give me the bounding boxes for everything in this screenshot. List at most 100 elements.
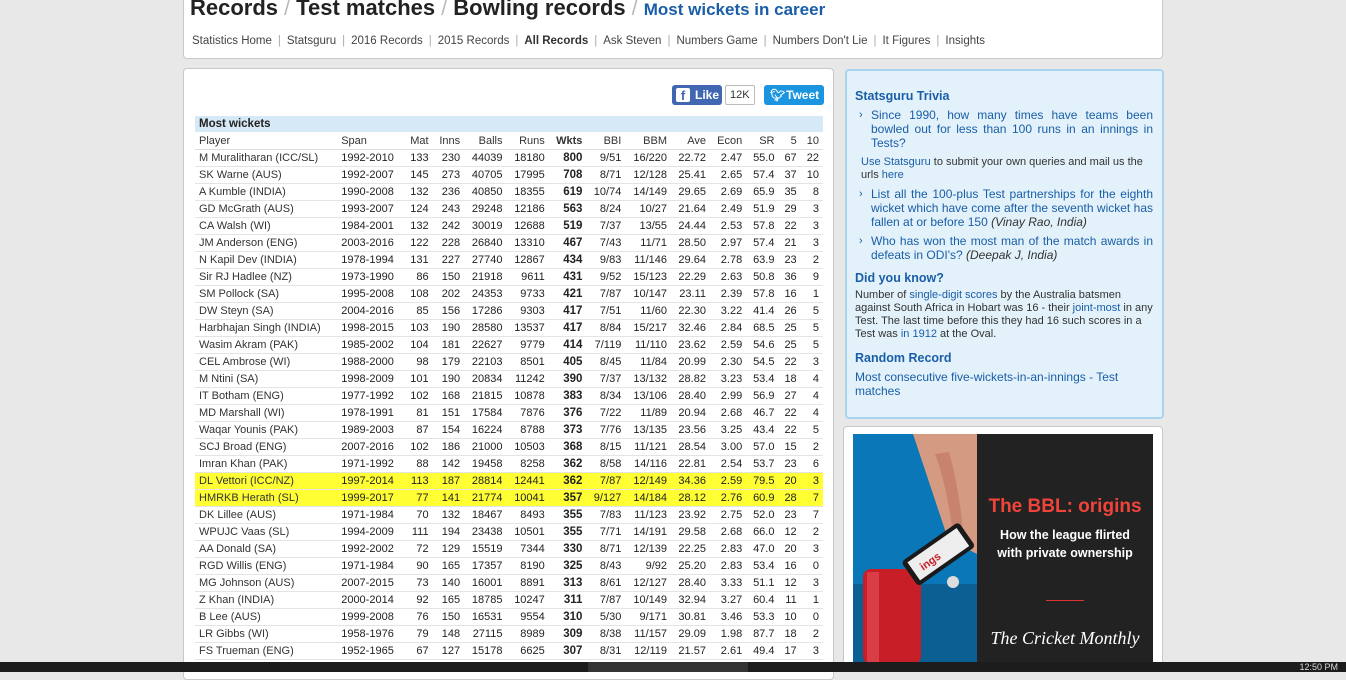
player-name-link[interactable]: LR Gibbs (WI) xyxy=(195,625,338,643)
table-cell: 1971-1984 xyxy=(337,506,404,524)
facebook-like-button[interactable]: f Like xyxy=(672,85,722,105)
table-row: IT Botham (ENG) 1977-1992 102 168 21815 10878… xyxy=(195,387,823,405)
table-cell: 141 xyxy=(432,489,465,507)
table-cell: 165 xyxy=(432,591,465,609)
in-1912-link[interactable]: in 1912 xyxy=(901,328,937,340)
trivia-item-2[interactable]: › List all the 100-plus Test partnership… xyxy=(855,187,1153,229)
breadcrumb-item[interactable]: Test matches xyxy=(296,0,435,20)
player-name-link[interactable]: IT Botham (ENG) xyxy=(195,387,338,405)
column-header[interactable]: Runs xyxy=(506,132,549,150)
nav-link[interactable]: 2016 Records xyxy=(351,35,423,47)
player-name-link[interactable]: SM Pollock (SA) xyxy=(195,285,338,303)
player-name-link[interactable]: HMRKB Herath (SL) xyxy=(195,489,338,507)
player-name-link[interactable]: DW Steyn (SA) xyxy=(195,302,338,320)
trivia-heading[interactable]: Statsguru Trivia xyxy=(855,89,1153,103)
trivia-item-1[interactable]: › Since 1990, how many times have teams … xyxy=(855,108,1153,150)
column-header[interactable]: Mat xyxy=(403,132,433,150)
column-header[interactable]: Wkts xyxy=(548,132,587,150)
player-name-link[interactable]: Waqar Younis (PAK) xyxy=(195,421,338,439)
table-cell: 20 xyxy=(778,540,801,558)
player-name-link[interactable]: AA Donald (SA) xyxy=(195,540,338,558)
breadcrumb-item[interactable]: Bowling records xyxy=(453,0,625,20)
column-header[interactable]: 5 xyxy=(778,132,801,150)
column-header[interactable]: SR xyxy=(746,132,779,150)
player-name-link[interactable]: SK Warne (AUS) xyxy=(195,166,338,184)
player-name-link[interactable]: DK Lillee (AUS) xyxy=(195,506,338,524)
table-cell: 5 xyxy=(800,336,823,354)
table-cell: 14/191 xyxy=(625,523,671,541)
column-header[interactable]: Span xyxy=(337,132,404,150)
trivia-item-3[interactable]: › Who has won the most man of the match … xyxy=(855,234,1153,262)
player-name-link[interactable]: DL Vettori (ICC/NZ) xyxy=(195,472,338,490)
table-cell: 800 xyxy=(548,149,587,167)
did-you-know-heading[interactable]: Did you know? xyxy=(855,271,1153,285)
table-cell: 619 xyxy=(548,183,587,201)
column-header[interactable]: Inns xyxy=(432,132,465,150)
breadcrumb-item[interactable]: Records xyxy=(190,0,278,20)
player-name-link[interactable]: GD McGrath (AUS) xyxy=(195,200,338,218)
table-cell: 7/71 xyxy=(586,523,626,541)
player-name-link[interactable]: Sir RJ Hadlee (NZ) xyxy=(195,268,338,286)
nav-link[interactable]: 2015 Records xyxy=(438,35,510,47)
table-row: Wasim Akram (PAK) 1985-2002 104 181 22627 977… xyxy=(195,336,823,354)
column-header[interactable]: Econ xyxy=(709,132,747,150)
table-cell: 13/132 xyxy=(625,370,671,388)
nav-link[interactable]: Numbers Don't Lie xyxy=(773,35,868,47)
cricket-monthly-ad[interactable]: ings The BBL: origins How the league fli… xyxy=(843,426,1163,668)
random-record-link[interactable]: Most consecutive five-wickets-in-an-inni… xyxy=(855,370,1153,398)
table-cell: 3.25 xyxy=(709,421,747,439)
table-cell: 5 xyxy=(800,319,823,337)
player-name-link[interactable]: Z Khan (INDIA) xyxy=(195,591,338,609)
trivia-item-1-text[interactable]: Since 1990, how many times have teams be… xyxy=(871,108,1153,150)
player-name-link[interactable]: RGD Willis (ENG) xyxy=(195,557,338,575)
player-name-link[interactable]: B Lee (AUS) xyxy=(195,608,338,626)
column-header[interactable]: Ave xyxy=(671,132,710,150)
player-name-link[interactable]: MD Marshall (WI) xyxy=(195,404,338,422)
nav-link[interactable]: Ask Steven xyxy=(603,35,661,47)
player-name-link[interactable]: CA Walsh (WI) xyxy=(195,217,338,235)
table-cell: 2003-2016 xyxy=(337,234,404,252)
table-cell: 7/22 xyxy=(586,404,626,422)
table-cell: 11/121 xyxy=(625,438,671,456)
main-panel: f Like 12K 🐦︎ Tweet Most wickets Player S… xyxy=(183,68,834,680)
player-name-link[interactable]: CEL Ambrose (WI) xyxy=(195,353,338,371)
single-digit-scores-link[interactable]: single-digit scores xyxy=(909,289,997,301)
use-statsguru-link[interactable]: Use Statsguru xyxy=(861,156,931,168)
player-name-link[interactable]: SCJ Broad (ENG) xyxy=(195,438,338,456)
player-name-link[interactable]: MG Johnson (AUS) xyxy=(195,574,338,592)
player-name-link[interactable]: JM Anderson (ENG) xyxy=(195,234,338,252)
table-cell: 122 xyxy=(403,234,433,252)
taskbar-app-button[interactable] xyxy=(588,662,748,672)
player-name-link[interactable]: WPUJC Vaas (SL) xyxy=(195,523,338,541)
nav-link[interactable]: It Figures xyxy=(882,35,930,47)
player-name-link[interactable]: M Muralitharan (ICC/SL) xyxy=(195,149,338,167)
table-cell: 1992-2010 xyxy=(337,149,404,167)
column-header[interactable]: BBM xyxy=(625,132,671,150)
nav-link[interactable]: Numbers Game xyxy=(676,35,757,47)
nav-link[interactable]: Insights xyxy=(945,35,985,47)
column-header[interactable]: Balls xyxy=(464,132,507,150)
table-cell: 357 xyxy=(548,489,587,507)
player-name-link[interactable]: Harbhajan Singh (INDIA) xyxy=(195,319,338,337)
table-cell: 431 xyxy=(548,268,587,286)
column-header[interactable]: 10 xyxy=(800,132,823,150)
nav-separator: | xyxy=(515,35,519,47)
joint-most-link[interactable]: joint-most xyxy=(1073,302,1121,314)
column-header[interactable]: Player xyxy=(195,132,338,150)
nav-link[interactable]: Statsguru xyxy=(287,35,336,47)
nav-link[interactable]: Statistics Home xyxy=(192,35,272,47)
table-cell: 313 xyxy=(548,574,587,592)
tweet-button[interactable]: 🐦︎ Tweet xyxy=(764,85,824,105)
player-name-link[interactable]: A Kumble (INDIA) xyxy=(195,183,338,201)
player-name-link[interactable]: FS Trueman (ENG) xyxy=(195,642,338,660)
player-name-link[interactable]: Wasim Akram (PAK) xyxy=(195,336,338,354)
table-cell: 9611 xyxy=(506,268,549,286)
player-name-link[interactable]: Imran Khan (PAK) xyxy=(195,455,338,473)
player-name-link[interactable]: N Kapil Dev (INDIA) xyxy=(195,251,338,269)
column-header[interactable]: BBI xyxy=(586,132,626,150)
here-link[interactable]: here xyxy=(882,169,904,181)
table-cell: 101 xyxy=(403,370,433,388)
nav-link[interactable]: All Records xyxy=(524,35,588,47)
player-name-link[interactable]: M Ntini (SA) xyxy=(195,370,338,388)
random-record-heading[interactable]: Random Record xyxy=(855,351,1153,365)
